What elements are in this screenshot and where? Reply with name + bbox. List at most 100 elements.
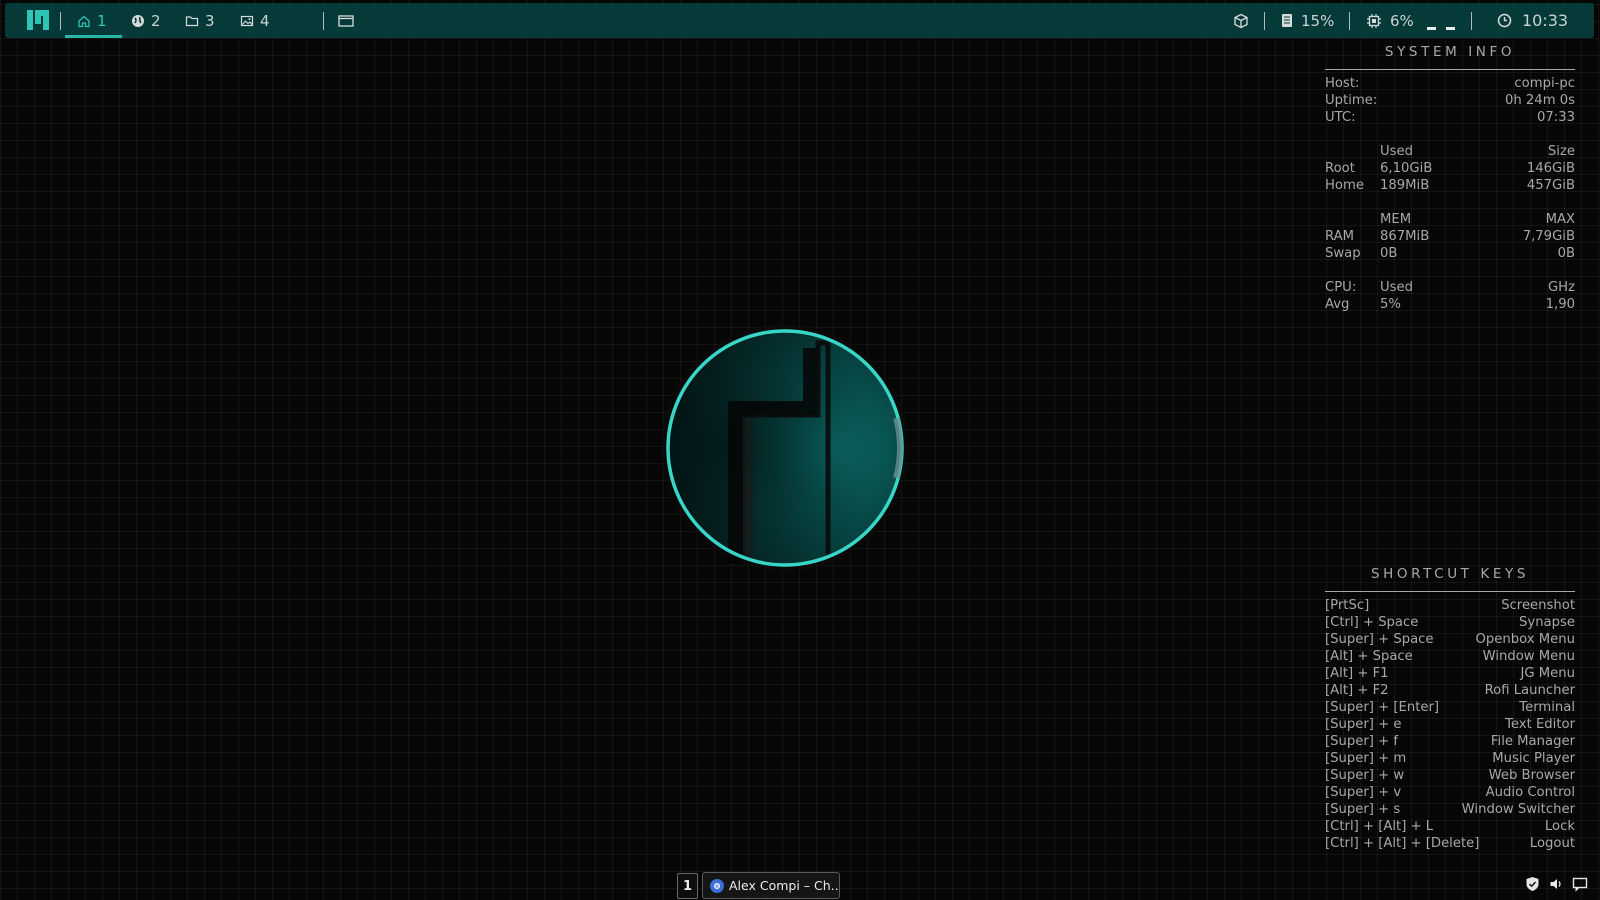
mem-header-row: MEM MAX [1325, 211, 1575, 228]
workspace-4[interactable]: 4 [240, 3, 270, 38]
shortcut-list: [PrtSc] Screenshot [Ctrl] + Space Synapse [S… [1325, 597, 1575, 852]
system-info-panel: SYSTEM INFO Host: compi-pc Uptime: 0h 24… [1325, 44, 1575, 313]
volume-icon[interactable] [1549, 876, 1564, 892]
shortcut-action: Audio Control [1485, 785, 1575, 800]
separator [1264, 12, 1265, 30]
separator [1471, 12, 1472, 30]
shortcut-action: Screenshot [1501, 598, 1575, 613]
workspace-1[interactable]: 1 [77, 3, 107, 38]
cpu-header-row: CPU: Used GHz [1325, 279, 1575, 296]
shortcut-action: Window Menu [1482, 649, 1575, 664]
separator [60, 12, 61, 30]
disk-header-row: Used Size [1325, 143, 1575, 160]
manjaro-menu-icon[interactable] [27, 3, 49, 38]
shortcut-action: Terminal [1519, 700, 1575, 715]
shortcut-row: [Super] + w Web Browser [1325, 767, 1575, 784]
home-icon [77, 14, 91, 28]
avg-ghz: 1,90 [1545, 297, 1575, 312]
shortcut-action: Openbox Menu [1475, 632, 1575, 647]
disk-size-header: Size [1547, 144, 1575, 159]
shortcut-row: [Super] + s Window Switcher [1325, 801, 1575, 818]
shortcut-row: [Super] + m Music Player [1325, 750, 1575, 767]
mem-header: MEM [1380, 212, 1412, 227]
shortcut-keys: [Super] + w [1325, 768, 1405, 783]
workspace-label: 2 [151, 11, 161, 30]
taskbar-window-label: Alex Compi – Ch... [729, 878, 840, 893]
ram-max: 7,79GiB [1522, 229, 1575, 244]
cpu-used-header: Used [1380, 280, 1414, 295]
workspace-3[interactable]: 3 [185, 3, 215, 38]
cpu-core-bar [1446, 27, 1455, 30]
utc-value: 07:33 [1536, 110, 1575, 125]
shortcut-action: Text Editor [1505, 717, 1575, 732]
shortcut-action: Lock [1544, 819, 1575, 834]
disk-used-header: Used [1380, 144, 1414, 159]
workspace-2[interactable]: 2 [131, 3, 161, 38]
clock-icon [1497, 13, 1512, 28]
root-label: Root [1325, 161, 1355, 176]
notification-icon[interactable] [1572, 876, 1588, 892]
chrome-icon [710, 878, 724, 893]
root-size: 146GiB [1526, 161, 1575, 176]
shortcut-row: [Ctrl] + Space Synapse [1325, 614, 1575, 631]
swap-row: Swap 0B 0B [1325, 245, 1575, 262]
memory-widget[interactable]: 15% [1281, 3, 1334, 38]
shortcut-action: Web Browser [1488, 768, 1575, 783]
separator [323, 12, 324, 30]
cpu-avg-row: Avg 5% 1,90 [1325, 296, 1575, 313]
window-icon[interactable] [338, 3, 354, 38]
max-header: MAX [1545, 212, 1575, 227]
workspace-label: 1 [97, 11, 107, 30]
avg-label: Avg [1325, 297, 1350, 312]
shield-icon[interactable] [1525, 876, 1540, 892]
shortcut-row: [Super] + Space Openbox Menu [1325, 631, 1575, 648]
manjaro-logo [660, 323, 910, 573]
ram-row: RAM 867MiB 7,79GiB [1325, 228, 1575, 245]
root-used: 6,10GiB [1380, 161, 1433, 176]
avg-used: 5% [1380, 297, 1401, 312]
shortcut-row: [Super] + e Text Editor [1325, 716, 1575, 733]
shortcut-row: [Super] + f File Manager [1325, 733, 1575, 750]
uptime-label: Uptime: [1325, 93, 1378, 108]
shortcut-keys: [Alt] + F2 [1325, 683, 1389, 698]
cpu-label: CPU: [1325, 280, 1357, 295]
shortcut-row: [Alt] + Space Window Menu [1325, 648, 1575, 665]
cpu-ghz-header: GHz [1547, 280, 1575, 295]
shortcut-keys: [Ctrl] + Space [1325, 615, 1419, 630]
shortcut-keys: [Ctrl] + [Alt] + L [1325, 819, 1434, 834]
taskbar-window-button[interactable]: Alex Compi – Ch... [702, 872, 840, 899]
shortcut-keys: [Ctrl] + [Alt] + [Delete] [1325, 836, 1480, 851]
memory-percent: 15% [1301, 11, 1335, 30]
home-used: 189MiB [1380, 178, 1430, 193]
shortcut-keys: [Super] + [Enter] [1325, 700, 1440, 715]
shortcut-action: Rofi Launcher [1484, 683, 1575, 698]
shortcut-keys: [Super] + Space [1325, 632, 1434, 647]
home-label: Home [1325, 178, 1364, 193]
home-row: Home 189MiB 457GiB [1325, 177, 1575, 194]
shortcut-row: [Super] + v Audio Control [1325, 784, 1575, 801]
root-row: Root 6,10GiB 146GiB [1325, 160, 1575, 177]
desktop-pager-button[interactable]: 1 [677, 873, 698, 899]
cpu-widget[interactable]: 6% [1366, 3, 1414, 38]
clock-widget[interactable]: 10:33 [1497, 3, 1568, 38]
shortcut-keys-panel: SHORTCUT KEYS [PrtSc] Screenshot [Ctrl] + … [1325, 566, 1575, 852]
ram-label: RAM [1325, 229, 1355, 244]
cpu-core-bar [1427, 27, 1436, 30]
image-icon [240, 14, 254, 28]
shortcut-action: Music Player [1492, 751, 1575, 766]
shortcut-action: File Manager [1490, 734, 1575, 749]
uptime-row: Uptime: 0h 24m 0s [1325, 92, 1575, 109]
uptime-value: 0h 24m 0s [1504, 93, 1575, 108]
shortcut-keys: [Alt] + F1 [1325, 666, 1389, 681]
shortcut-row: [Alt] + F2 Rofi Launcher [1325, 682, 1575, 699]
top-panel: 1 2 3 4 15% 6% 10:33 [5, 3, 1594, 38]
package-icon[interactable] [1233, 3, 1249, 38]
utc-label: UTC: [1325, 110, 1356, 125]
cpu-percent: 6% [1390, 11, 1414, 30]
shortcut-row: [Ctrl] + [Alt] + L Lock [1325, 818, 1575, 835]
cpu-icon [1366, 13, 1382, 29]
shortcut-row: [Alt] + F1 JG Menu [1325, 665, 1575, 682]
active-workspace-indicator [65, 35, 122, 38]
shortcut-keys: [Alt] + Space [1325, 649, 1413, 664]
shortcut-keys: [Super] + v [1325, 785, 1402, 800]
